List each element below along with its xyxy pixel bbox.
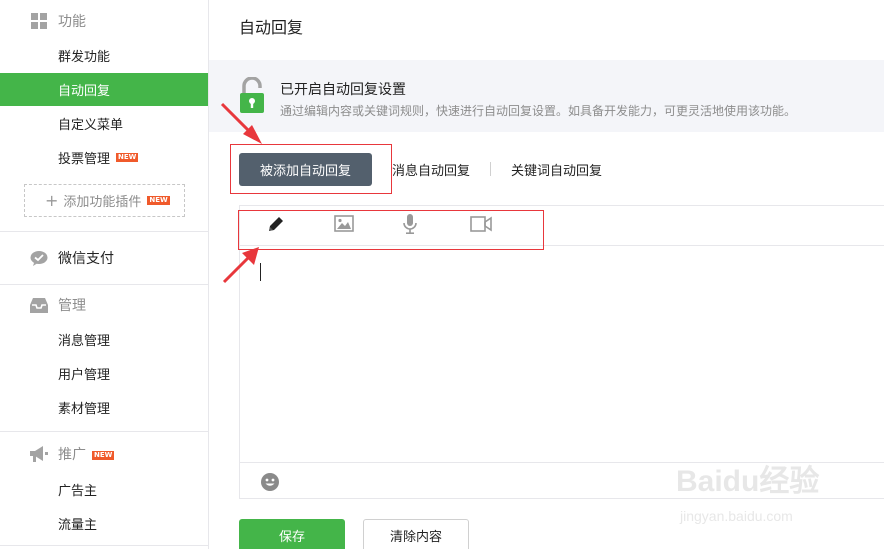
unlock-icon (238, 76, 266, 115)
plus-icon: + (45, 191, 59, 210)
sidebar: 功能 群发功能 自动回复 自定义菜单 投票管理 NEW + 添加功能插件 NEW… (0, 0, 209, 549)
sidebar-item-label: 广告主 (58, 484, 98, 499)
sidebar-item-wechat-pay[interactable]: 微信支付 (0, 241, 208, 275)
clear-content-button[interactable]: 清除内容 (363, 519, 469, 549)
sidebar-group-promotion: 推广 NEW (0, 437, 208, 471)
sidebar-item-publisher[interactable]: 流量主 (0, 507, 208, 540)
sidebar-group-title: 功能 (58, 14, 86, 30)
text-caret (260, 263, 261, 281)
add-plugin-label: 添加功能插件 (63, 195, 142, 210)
watermark-logo: Baidu经验 (676, 465, 820, 498)
notice-description: 通过编辑内容或关键词规则，快速进行自动回复设置。如具备开发能力，可更灵活地使用该… (280, 104, 797, 118)
reply-text-area[interactable] (240, 247, 884, 462)
sidebar-item-label: 用户管理 (58, 368, 111, 383)
sidebar-divider (0, 231, 208, 232)
sidebar-divider (0, 284, 208, 285)
grid-icon (30, 12, 48, 30)
sidebar-item-vote[interactable]: 投票管理 NEW (0, 141, 208, 174)
sidebar-group-management: 管理 (0, 288, 208, 322)
sidebar-divider (0, 431, 208, 432)
notice-title: 已开启自动回复设置 (280, 82, 406, 98)
annotation-highlight-box (238, 210, 544, 250)
sidebar-item-label: 自动回复 (58, 84, 111, 99)
sidebar-item-label: 群发功能 (58, 50, 111, 65)
inbox-icon (30, 296, 48, 314)
add-plugin-button[interactable]: + 添加功能插件 NEW (24, 184, 185, 217)
sidebar-group-title: 管理 (58, 298, 86, 314)
sidebar-item-advertiser[interactable]: 广告主 (0, 473, 208, 506)
baidu-watermark: Baidu经验 jingyan.baidu.com (676, 456, 876, 536)
sidebar-item-label: 流量主 (58, 518, 98, 533)
sidebar-item-label: 消息管理 (58, 334, 111, 349)
sidebar-item-auto-reply[interactable]: 自动回复 (0, 73, 208, 106)
sidebar-item-messages[interactable]: 消息管理 (0, 323, 208, 356)
save-button[interactable]: 保存 (239, 519, 345, 549)
status-notice: 已开启自动回复设置 通过编辑内容或关键词规则，快速进行自动回复设置。如具备开发能… (209, 60, 884, 132)
sidebar-item-users[interactable]: 用户管理 (0, 357, 208, 390)
sidebar-item-label: 投票管理 (58, 152, 111, 167)
new-badge: NEW (92, 450, 115, 460)
sidebar-item-label: 素材管理 (58, 402, 111, 417)
sidebar-item-label: 自定义菜单 (58, 118, 124, 133)
new-badge: NEW (116, 153, 139, 162)
megaphone-icon (30, 445, 48, 463)
sidebar-group-title: 推广 NEW (58, 444, 115, 464)
sidebar-group-features: 功能 (0, 4, 208, 38)
sidebar-item-mass-send[interactable]: 群发功能 (0, 39, 208, 72)
sidebar-group-title-text: 推广 (58, 447, 86, 463)
emoji-icon[interactable] (260, 472, 280, 492)
tab-keyword-auto-reply[interactable]: 关键词自动回复 (491, 153, 622, 186)
sidebar-item-custom-menu[interactable]: 自定义菜单 (0, 107, 208, 140)
wechat-pay-icon (30, 249, 48, 267)
watermark-url: jingyan.baidu.com (680, 508, 793, 524)
page-title: 自动回复 (239, 18, 304, 37)
new-badge: NEW (147, 196, 170, 205)
sidebar-item-materials[interactable]: 素材管理 (0, 391, 208, 424)
sidebar-item-label: 微信支付 (58, 251, 114, 267)
annotation-highlight-box (230, 144, 392, 194)
app-root: 功能 群发功能 自动回复 自定义菜单 投票管理 NEW + 添加功能插件 NEW… (0, 0, 884, 549)
sidebar-divider (0, 545, 208, 546)
